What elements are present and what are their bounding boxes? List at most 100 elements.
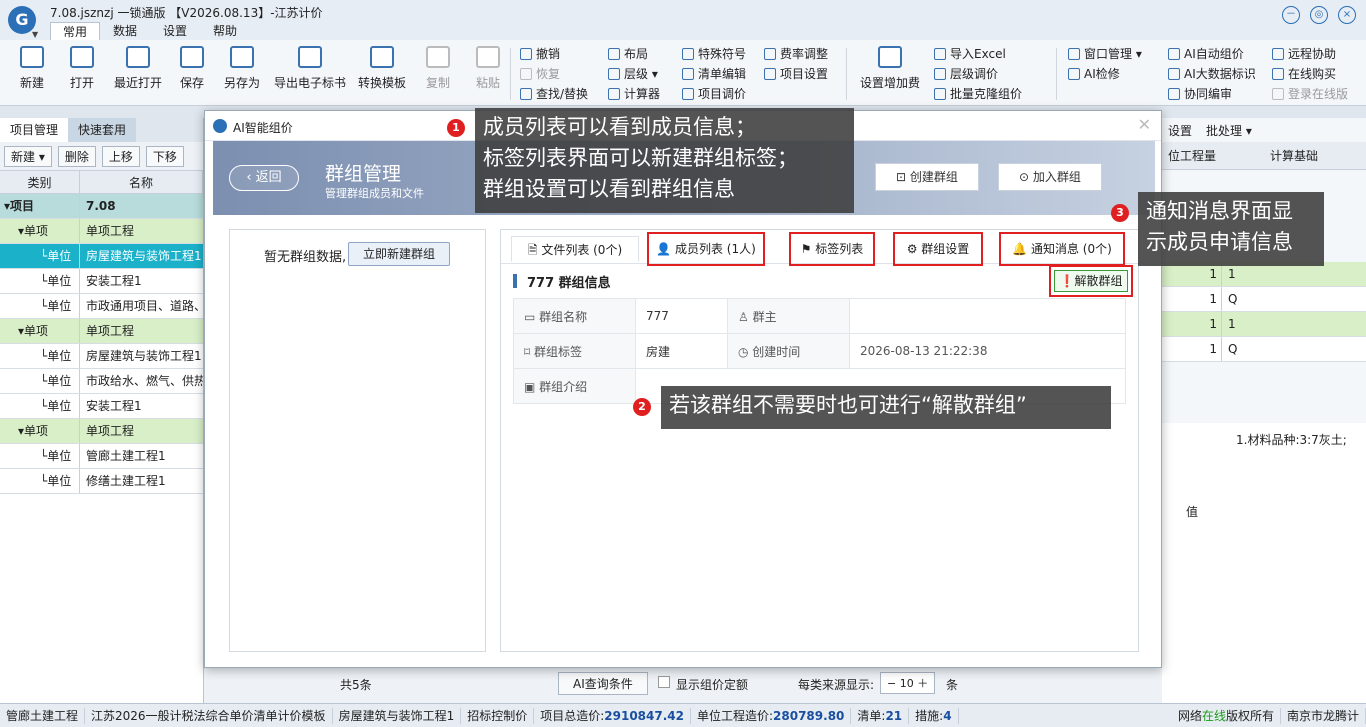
export-bid-button[interactable]: 导出电子标书 [270, 46, 350, 91]
ai-query-button[interactable]: AI查询条件 [558, 672, 648, 695]
menu-tab-data[interactable]: 数据 [100, 22, 150, 40]
right-settings-button[interactable]: 设置 [1168, 122, 1192, 139]
login-online-button[interactable]: 登录在线版 [1272, 84, 1348, 104]
convert-template-button[interactable]: 转换模板 [354, 46, 410, 91]
level-button[interactable]: 层级 ▾ [608, 64, 658, 84]
tree-row[interactable]: ▾项目 7.08 [0, 194, 203, 219]
tab-group-settings[interactable]: ⚙ 群组设置 [893, 232, 983, 266]
back-button[interactable]: ‹ 返回 [229, 165, 299, 191]
create-group-button[interactable]: ⊡ 创建群组 [875, 163, 979, 191]
tree-row-name: 房屋建筑与装饰工程1 [86, 349, 202, 363]
collab-edit-button[interactable]: 协同编审 [1168, 84, 1232, 104]
close-icon[interactable]: × [1338, 6, 1356, 24]
show-quota-checkbox[interactable] [658, 676, 670, 688]
import-excel-button[interactable]: 导入Excel [934, 44, 1006, 64]
right-batch-button[interactable]: 批处理 ▾ [1206, 122, 1252, 139]
new-button[interactable]: 新建 [4, 46, 60, 91]
tab-tag-list[interactable]: ⚑ 标签列表 [789, 232, 875, 266]
window-title: 7.08.jsznzj 一锁通版 【V2026.08.13】-江苏计价 [50, 6, 323, 20]
item-price-adjust-button[interactable]: 项目调价 [682, 84, 746, 104]
tree-row[interactable]: ▾单项 单项工程 [0, 219, 203, 244]
copy-button[interactable]: 复制 [410, 46, 466, 91]
tab-member-list[interactable]: 👤 成员列表 (1人) [647, 232, 765, 266]
remote-assist-button[interactable]: 远程协助 [1272, 44, 1336, 64]
tree-row[interactable]: └单位 房屋建筑与装饰工程1 [0, 344, 203, 369]
table-row[interactable]: 11 [1162, 312, 1366, 337]
menu-tab-common[interactable]: 常用 [50, 22, 100, 40]
tree-row-type: ▾单项 [0, 419, 80, 443]
ai-check-button[interactable]: AI检修 [1068, 64, 1120, 84]
level-adjust-button[interactable]: 层级调价 [934, 64, 998, 84]
tree-row[interactable]: ▾单项 单项工程 [0, 419, 203, 444]
join-group-button[interactable]: ⊙ 加入群组 [998, 163, 1102, 191]
created-time-label: ◷ 创建时间 [727, 333, 850, 369]
column-header-quantity[interactable]: 位工程量 [1162, 142, 1222, 169]
open-button[interactable]: 打开 [54, 46, 110, 91]
ai-auto-price-button[interactable]: AI自动组价 [1168, 44, 1244, 64]
tree-delete-button[interactable]: 删除 [57, 145, 96, 167]
per-source-value[interactable]: 10 [900, 677, 914, 690]
column-header-type[interactable]: 类别 [0, 171, 80, 193]
tree-row[interactable]: └单位 市政通用项目、道路、 [0, 294, 203, 319]
tree-row[interactable]: └单位 安装工程1 [0, 394, 203, 419]
set-extra-fee-button[interactable]: 设置增加费 [854, 46, 926, 91]
tab-quick-apply[interactable]: 快速套用 [68, 118, 137, 142]
app-menu-arrow-icon[interactable]: ▼ [32, 30, 38, 39]
rate-adjust-button[interactable]: 费率调整 [764, 44, 828, 64]
redo-button[interactable]: 恢复 [520, 64, 560, 84]
restore-icon[interactable]: ◎ [1310, 6, 1328, 24]
tab-file-list[interactable]: 🗎 文件列表 (0个) [511, 236, 639, 262]
tree-row[interactable]: └单位 房屋建筑与装饰工程1 [0, 244, 203, 269]
recent-open-button[interactable]: 最近打开 [110, 46, 166, 91]
find-replace-button[interactable]: 查找/替换 [520, 84, 588, 104]
tree-row[interactable]: └单位 市政给水、燃气、供热 [0, 369, 203, 394]
tree-row[interactable]: └单位 管廊土建工程1 [0, 444, 203, 469]
ribbon-separator [510, 48, 511, 100]
window-manage-button[interactable]: 窗口管理 ▾ [1068, 44, 1142, 64]
tree-new-button[interactable]: 新建 ▾ [4, 145, 52, 167]
tree-row[interactable]: ▾单项 单项工程 [0, 319, 203, 344]
column-header-calc-base[interactable]: 计算基础 [1222, 142, 1366, 169]
exclamation-icon: ❗ [1059, 274, 1075, 288]
left-toolbar: 新建 ▾ 删除 上移 下移 [0, 142, 203, 170]
table-row[interactable]: 1Q [1162, 337, 1366, 362]
tree-move-down-button[interactable]: 下移 [145, 145, 184, 167]
dissolve-group-button[interactable]: ❗解散群组 [1049, 265, 1133, 297]
quantity-cell: 1 [1162, 287, 1222, 311]
join-icon: ⊙ [1019, 170, 1033, 184]
status-total-cost: 项目总造价:2910847.42 [534, 707, 691, 724]
ribbon-toolbar: 新建 打开 最近打开 保存 另存为 导出电子标书 转换模板 复制 粘贴 撤销 恢… [0, 40, 1366, 106]
special-symbol-button[interactable]: 特殊符号 [682, 44, 746, 64]
table-row[interactable]: 1Q [1162, 287, 1366, 312]
project-settings-button[interactable]: 项目设置 [764, 64, 828, 84]
tab-project-manage[interactable]: 项目管理 [0, 118, 69, 142]
paste-button[interactable]: 粘贴 [460, 46, 516, 91]
tree-move-up-button[interactable]: 上移 [101, 145, 140, 167]
save-button[interactable]: 保存 [164, 46, 220, 91]
tree-row-type: └单位 [0, 369, 80, 393]
cart-icon [1272, 68, 1284, 80]
tab-notifications[interactable]: 🔔 通知消息 (0个) [999, 232, 1125, 266]
tree-row[interactable]: └单位 安装工程1 [0, 269, 203, 294]
column-header-name[interactable]: 名称 [80, 171, 203, 193]
save-as-button[interactable]: 另存为 [214, 46, 270, 91]
no-group-data-text: 暂无群组数据, [264, 250, 347, 265]
menu-tab-settings[interactable]: 设置 [150, 22, 200, 40]
create-group-now-button[interactable]: 立即新建群组 [348, 242, 450, 266]
status-template: 江苏2026一般计税法综合单价清单计价模板 [85, 707, 333, 724]
calculator-button[interactable]: 计算器 [608, 84, 660, 104]
minimize-icon[interactable]: － [1282, 6, 1300, 24]
ai-bigdata-button[interactable]: AI大数据标识 [1168, 64, 1256, 84]
tree-row[interactable]: └单位 修缮土建工程1 [0, 469, 203, 494]
dialog-close-icon[interactable]: ✕ [1138, 115, 1151, 134]
online-buy-button[interactable]: 在线购买 [1272, 64, 1336, 84]
money-icon [878, 46, 902, 68]
batch-clone-button[interactable]: 批量克隆组价 [934, 84, 1022, 104]
per-source-stepper[interactable]: − 10 ＋ [880, 672, 936, 694]
undo-button[interactable]: 撤销 [520, 44, 560, 64]
menu-tab-help[interactable]: 帮助 [200, 22, 250, 40]
layout-button[interactable]: 布局 [608, 44, 648, 64]
list-edit-button[interactable]: 清单编辑 [682, 64, 746, 84]
annotation-badge-1: 1 [447, 119, 465, 137]
tree-row-type: ▾项目 [0, 194, 80, 218]
